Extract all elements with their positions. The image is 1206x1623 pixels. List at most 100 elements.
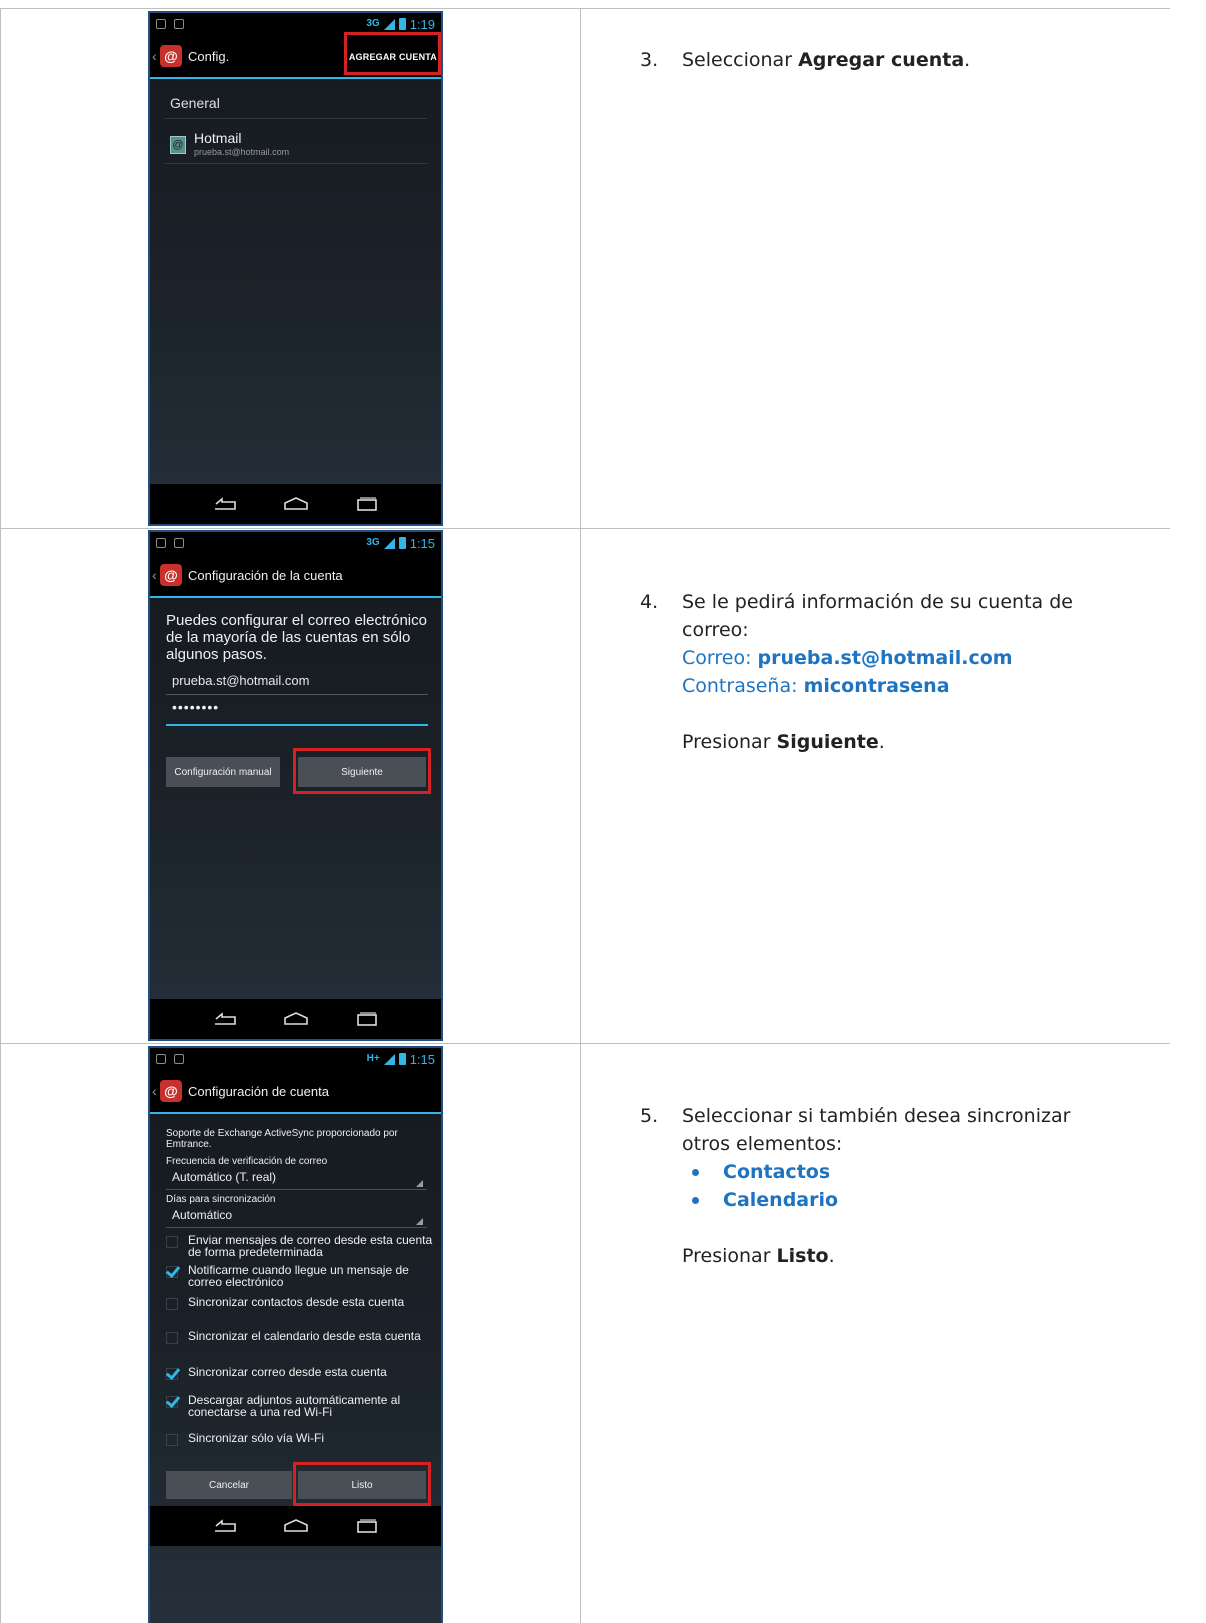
screen-title: Config. — [188, 48, 230, 64]
option-sync-contacts[interactable]: Sincronizar contactos desde esta cuenta — [166, 1296, 436, 1310]
back-nav-icon[interactable] — [213, 1519, 237, 1533]
option-sync-mail[interactable]: Sincronizar correo desde esta cuenta — [166, 1366, 436, 1380]
press-text-end: . — [878, 731, 885, 753]
bullet-dot — [692, 1168, 699, 1176]
cancel-button[interactable]: Cancelar — [166, 1471, 292, 1499]
recent-apps-icon[interactable] — [356, 1519, 378, 1533]
sync-days-label: Días para sincronización — [166, 1194, 276, 1205]
network-type: 3G — [366, 537, 380, 548]
divider — [164, 163, 427, 164]
step-text: otros elementos: — [682, 1133, 843, 1155]
phone-screen-account-options: H+ 1:15 ‹ @ Configuración de cuenta Sopo… — [148, 1046, 443, 1623]
checkbox[interactable] — [166, 1298, 178, 1310]
divider — [164, 118, 427, 119]
email-value: prueba.st@hotmail.com — [757, 647, 1013, 669]
back-nav-icon[interactable] — [213, 497, 237, 511]
notification-icon — [174, 538, 184, 548]
navigation-bar — [150, 1506, 441, 1546]
screen-title: Configuración de la cuenta — [188, 567, 343, 583]
frequency-value: Automático (T. real) — [172, 1170, 277, 1184]
option-notify[interactable]: Notificarme cuando llegue un mensaje de … — [166, 1264, 436, 1288]
screen-title: Configuración de cuenta — [188, 1083, 329, 1099]
checkbox[interactable] — [166, 1236, 178, 1248]
email-app-icon[interactable]: @ — [160, 564, 182, 586]
password-field[interactable]: •••••••• — [172, 699, 219, 715]
account-email-icon: @ — [170, 136, 186, 154]
status-bar: 3G 1:15 — [150, 532, 441, 554]
highlight-box — [293, 1462, 431, 1506]
step-text-end: . — [964, 49, 971, 71]
network-type: 3G — [366, 18, 380, 29]
press-text-end: . — [828, 1245, 835, 1267]
notification-icon — [174, 19, 184, 29]
step-text: Seleccionar — [682, 49, 799, 71]
email-label: Correo: — [682, 647, 758, 669]
field-underline — [166, 694, 428, 695]
manual-setup-button[interactable]: Configuración manual — [166, 757, 280, 787]
table-column-divider — [580, 8, 581, 1623]
back-caret-icon[interactable]: ‹ — [152, 1083, 158, 1099]
press-text: Presionar — [682, 1245, 777, 1267]
table-row-divider — [0, 1043, 1170, 1044]
notification-icon — [156, 19, 166, 29]
notification-icon — [156, 538, 166, 548]
status-bar: H+ 1:15 — [150, 1048, 441, 1070]
checkbox-checked[interactable] — [166, 1266, 178, 1278]
activesync-support-text: Soporte de Exchange ActiveSync proporcio… — [166, 1128, 398, 1150]
press-keyword: Listo — [776, 1245, 829, 1267]
battery-icon — [398, 18, 406, 30]
highlight-box — [344, 32, 441, 75]
table-border-left — [0, 8, 1, 1623]
clock: 1:19 — [409, 16, 435, 32]
section-header-general: General — [170, 95, 220, 111]
sync-days-value: Automático — [172, 1208, 233, 1222]
option-sync-calendar[interactable]: Sincronizar el calendario desde esta cue… — [166, 1330, 436, 1344]
bullet-item: Calendario — [682, 1186, 1182, 1214]
bullet-dot — [692, 1196, 699, 1204]
email-field[interactable]: prueba.st@hotmail.com — [172, 673, 309, 688]
highlight-box — [293, 748, 431, 794]
home-nav-icon[interactable] — [283, 1012, 309, 1026]
email-app-icon[interactable]: @ — [160, 45, 182, 67]
network-type: H+ — [366, 1053, 380, 1064]
bullet-item: Contactos — [682, 1158, 1182, 1186]
option-download-attachments[interactable]: Descargar adjuntos automáticamente al co… — [166, 1394, 436, 1418]
battery-icon — [398, 1053, 406, 1065]
password-label: Contraseña: — [682, 675, 804, 697]
option-send-default[interactable]: Enviar mensajes de correo desde esta cue… — [166, 1234, 436, 1258]
table-row-divider — [0, 528, 1170, 529]
sync-days-spinner[interactable]: Automático — [166, 1208, 427, 1228]
home-nav-icon[interactable] — [283, 497, 309, 511]
recent-apps-icon[interactable] — [356, 1012, 378, 1026]
signal-icon — [383, 537, 395, 549]
action-bar: ‹ @ Configuración de cuenta — [150, 1070, 441, 1114]
back-nav-icon[interactable] — [213, 1012, 237, 1026]
phone-screen-settings: 3G 1:19 ‹ @ Config. AGREGAR CUENTA Gener… — [148, 11, 443, 526]
frequency-label: Frecuencia de verificación de correo — [166, 1156, 328, 1167]
step-number: 3. — [640, 49, 659, 71]
spinner-arrow-icon — [416, 1180, 423, 1187]
step-text: Seleccionar si también desea sincronizar — [682, 1105, 1071, 1127]
frequency-spinner[interactable]: Automático (T. real) — [166, 1170, 427, 1190]
signal-icon — [383, 18, 395, 30]
checkbox-checked[interactable] — [166, 1396, 178, 1408]
checkbox-checked[interactable] — [166, 1368, 178, 1380]
notification-icon — [156, 1054, 166, 1064]
phone-screen-account-setup: 3G 1:15 ‹ @ Configuración de la cuenta P… — [148, 530, 443, 1041]
recent-apps-icon[interactable] — [356, 497, 378, 511]
press-keyword: Siguiente — [776, 731, 879, 753]
back-caret-icon[interactable]: ‹ — [152, 567, 158, 583]
checkbox[interactable] — [166, 1434, 178, 1446]
checkbox[interactable] — [166, 1332, 178, 1344]
email-app-icon[interactable]: @ — [160, 1080, 182, 1102]
step-number: 5. — [640, 1105, 659, 1127]
back-caret-icon[interactable]: ‹ — [152, 48, 158, 64]
home-nav-icon[interactable] — [283, 1519, 309, 1533]
battery-icon — [398, 537, 406, 549]
account-email: prueba.st@hotmail.com — [194, 147, 290, 157]
account-name[interactable]: Hotmail — [194, 130, 241, 146]
option-wifi-only[interactable]: Sincronizar sólo vía Wi-Fi — [166, 1432, 436, 1446]
setup-intro-text: Puedes configurar el correo electrónico … — [166, 612, 427, 663]
table-border-top — [0, 8, 1170, 9]
action-bar: ‹ @ Configuración de la cuenta — [150, 554, 441, 598]
